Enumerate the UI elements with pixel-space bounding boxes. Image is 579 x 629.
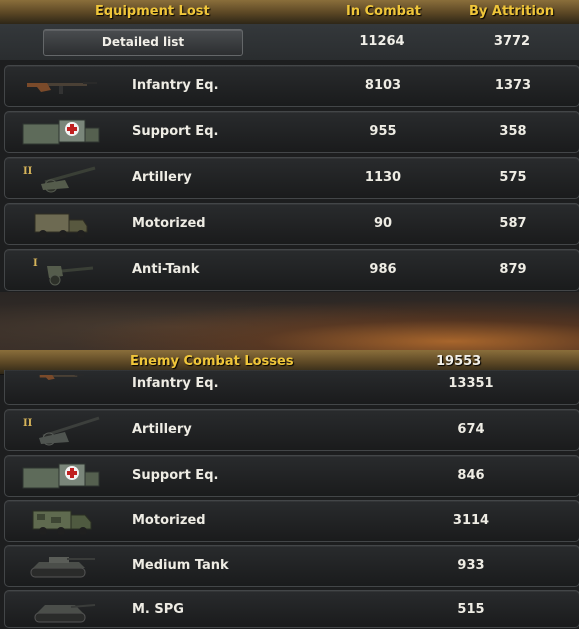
equipment-lost-title: Equipment Lost (95, 4, 210, 19)
in-combat-column-header: In Combat (346, 4, 421, 19)
enemy-row-support[interactable]: Support Eq. 846 (4, 455, 579, 497)
battle-scene-background (0, 292, 579, 350)
row-label: Anti-Tank (132, 262, 200, 277)
row-label: Motorized (132, 216, 206, 231)
row-label: Artillery (132, 422, 192, 437)
spg-icon (34, 604, 96, 623)
in-combat-value: 90 (373, 216, 393, 231)
by-attrition-value: 879 (499, 262, 527, 277)
row-label: M. SPG (132, 602, 184, 617)
enemy-loss-value: 846 (457, 468, 485, 483)
enemy-loss-value: 3114 (452, 513, 490, 528)
tier-badge: II (23, 166, 33, 177)
detailed-list-button[interactable]: Detailed list (43, 29, 243, 56)
equipment-row-motorized[interactable]: Motorized 90 587 (4, 203, 579, 245)
by-attrition-column-header: By Attrition (469, 4, 555, 19)
equipment-row-artillery[interactable]: II Artillery 1130 575 (4, 157, 579, 199)
equipment-row-anti-tank[interactable]: I Anti-Tank 986 879 (4, 249, 579, 291)
enemy-row-motorized[interactable]: Motorized 3114 (4, 500, 579, 542)
total-by-attrition: 3772 (493, 34, 531, 49)
equipment-totals-bar: Detailed list 11264 3772 (0, 24, 579, 60)
anti-tank-gun-icon: I (33, 258, 94, 286)
truck-icon (34, 213, 88, 238)
enemy-row-artillery[interactable]: II Artillery 674 (4, 409, 579, 451)
total-in-combat: 11264 (359, 34, 405, 49)
tier-badge: II (23, 418, 33, 429)
in-combat-value: 1130 (364, 170, 402, 185)
row-label: Infantry Eq. (132, 78, 219, 93)
by-attrition-value: 575 (499, 170, 527, 185)
truck-icon (32, 510, 92, 535)
howitzer-icon: II (23, 416, 100, 446)
equipment-row-infantry[interactable]: Infantry Eq. 8103 1373 (4, 65, 579, 107)
in-combat-value: 986 (369, 262, 397, 277)
enemy-row-infantry[interactable]: Infantry Eq. 13351 (4, 370, 579, 405)
by-attrition-value: 1373 (494, 78, 532, 93)
rifle-icon (27, 82, 97, 94)
howitzer-icon: II (23, 166, 96, 193)
row-label: Motorized (132, 513, 206, 528)
tier-badge: I (33, 258, 38, 269)
row-label: Support Eq. (132, 468, 219, 483)
enemy-loss-value: 13351 (448, 376, 494, 391)
by-attrition-value: 587 (499, 216, 527, 231)
medical-crate-icon (22, 119, 100, 145)
row-label: Infantry Eq. (132, 376, 219, 391)
equipment-row-support[interactable]: Support Eq. 955 358 (4, 111, 579, 153)
enemy-loss-value: 933 (457, 558, 485, 573)
equipment-lost-header: Equipment Lost In Combat By Attrition (0, 0, 579, 25)
in-combat-value: 8103 (364, 78, 402, 93)
by-attrition-value: 358 (499, 124, 527, 139)
rifle-icon (39, 374, 84, 380)
enemy-losses-title: Enemy Combat Losses (130, 354, 294, 369)
enemy-row-medium-tank[interactable]: Medium Tank 933 (4, 545, 579, 587)
enemy-row-spg[interactable]: M. SPG 515 (4, 590, 579, 628)
enemy-losses-total: 19553 (436, 354, 482, 369)
medical-crate-icon (22, 463, 100, 489)
row-label: Medium Tank (132, 558, 229, 573)
tank-icon (30, 557, 95, 578)
enemy-loss-value: 515 (457, 602, 485, 617)
enemy-loss-value: 674 (457, 422, 485, 437)
in-combat-value: 955 (369, 124, 397, 139)
row-label: Support Eq. (132, 124, 219, 139)
row-label: Artillery (132, 170, 192, 185)
